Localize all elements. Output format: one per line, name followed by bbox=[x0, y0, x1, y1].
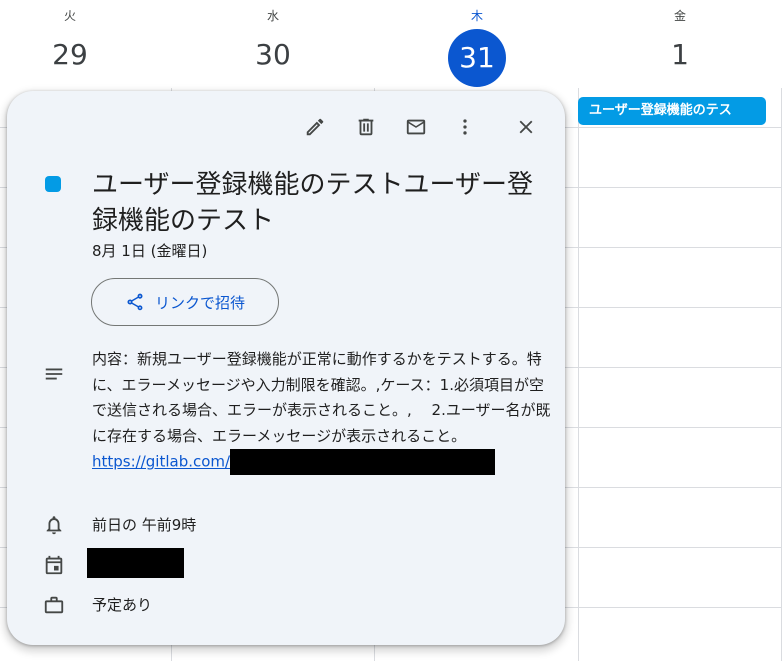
column-divider bbox=[578, 88, 579, 661]
briefcase-icon bbox=[44, 596, 64, 614]
day-of-week: 金 bbox=[673, 9, 686, 23]
calendar-icon bbox=[45, 555, 63, 575]
day-number[interactable]: 29 bbox=[0, 38, 172, 71]
bell-icon bbox=[46, 516, 62, 535]
email-button[interactable] bbox=[400, 111, 432, 143]
share-icon bbox=[127, 293, 143, 311]
redacted-block bbox=[230, 449, 496, 476]
description-text: 内容：新規ユーザー登録機能が正常に動作するかをテストする。特に、エラーメッセージ… bbox=[92, 350, 551, 445]
invite-link-label: リンクで招待 bbox=[154, 293, 245, 312]
pencil-icon bbox=[306, 118, 324, 136]
today-indicator[interactable]: 31 bbox=[448, 29, 506, 87]
mail-icon bbox=[406, 119, 426, 135]
trash-icon bbox=[358, 118, 374, 136]
event-color-square bbox=[45, 176, 61, 192]
more-vert-icon bbox=[463, 119, 467, 135]
availability-text: 予定あり bbox=[92, 596, 153, 614]
redacted-calendar-name bbox=[87, 548, 184, 578]
day-number: 31 bbox=[459, 41, 495, 74]
more-options-button[interactable] bbox=[449, 111, 481, 143]
delete-button[interactable] bbox=[350, 111, 382, 143]
day-of-week: 水 bbox=[266, 9, 279, 23]
day-number[interactable]: 1 bbox=[578, 38, 782, 71]
day-number[interactable]: 30 bbox=[171, 38, 375, 71]
close-button[interactable] bbox=[510, 111, 542, 143]
day-of-week: 火 bbox=[63, 9, 76, 23]
event-detail-popup: ユーザー登録機能のテストユーザー登録機能のテスト 8月 1日 (金曜日) リンク… bbox=[7, 91, 565, 645]
invite-link-button[interactable]: リンクで招待 bbox=[91, 278, 279, 326]
event-title: ユーザー登録機能のテストユーザー登録機能のテスト bbox=[92, 170, 533, 236]
close-icon bbox=[519, 120, 533, 134]
event-chip[interactable]: ユーザー登録機能のテス bbox=[578, 97, 766, 125]
event-date: 8月 1日 (金曜日) bbox=[92, 242, 208, 260]
reminder-text: 前日の 午前9時 bbox=[92, 516, 197, 534]
edit-button[interactable] bbox=[299, 111, 331, 143]
gitlab-link[interactable]: https://gitlab.com/ bbox=[92, 453, 230, 471]
day-of-week: 木 bbox=[470, 9, 483, 23]
notes-icon bbox=[45, 368, 63, 380]
event-description: 内容：新規ユーザー登録機能が正常に動作するかをテストする。特に、エラーメッセージ… bbox=[92, 347, 552, 476]
